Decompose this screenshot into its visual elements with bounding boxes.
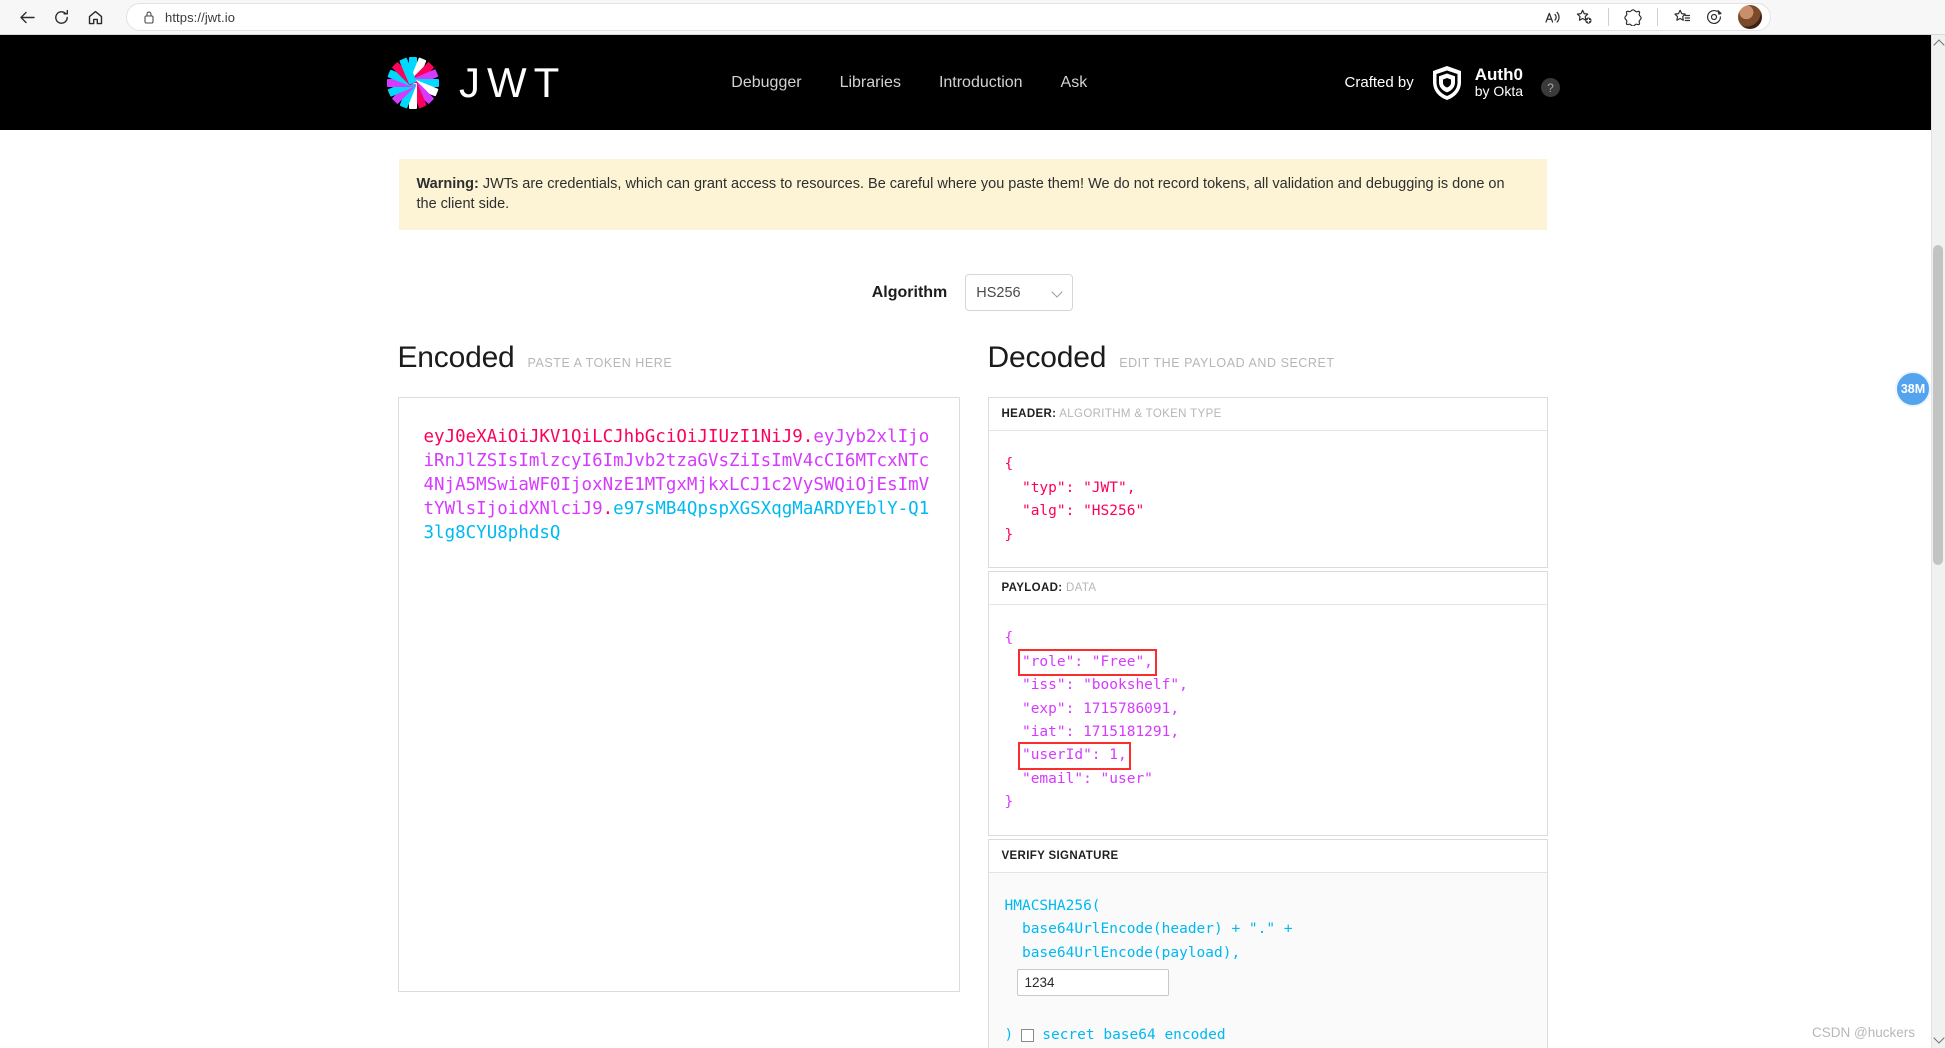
encoded-token-input[interactable]: eyJ0eXAiOiJKV1QiLCJhbGciOiJIUzI1NiJ9.eyJ…	[397, 397, 960, 993]
warning-label: Warning:	[416, 176, 479, 192]
payload-open-brace: {	[1004, 630, 1014, 647]
brand[interactable]: JWT	[385, 55, 566, 111]
base64-checkbox[interactable]	[1021, 1029, 1035, 1043]
header-line-1: "typ": "JWT",	[1004, 479, 1136, 496]
auth0-name: Auth0	[1474, 65, 1523, 85]
algorithm-select[interactable]: HS256	[965, 274, 1074, 312]
refresh-button[interactable]	[44, 2, 78, 32]
site-header: JWT Debugger Libraries Introduction Ask …	[0, 35, 1945, 130]
debugger-columns: Encoded PASTE A TOKEN HERE eyJ0eXAiOiJKV…	[0, 341, 1945, 1048]
brand-text: JWT	[459, 58, 567, 106]
algorithm-label: Algorithm	[871, 283, 948, 301]
token-dot-2: .	[602, 499, 614, 520]
toolbar-divider	[1608, 8, 1609, 26]
signature-panel-title: VERIFY SIGNATURE	[988, 840, 1547, 873]
browser-toolbar: https://jwt.io	[0, 0, 1945, 35]
encoded-subtitle: PASTE A TOKEN HERE	[527, 356, 673, 371]
decoded-heading: Decoded EDIT THE PAYLOAD AND SECRET	[988, 341, 1548, 375]
signature-close-paren: )	[1004, 1026, 1014, 1043]
signature-line-2: base64UrlEncode(header) + "." +	[1004, 921, 1293, 938]
header-panel-body[interactable]: { "typ": "JWT", "alg": "HS256" }	[989, 431, 1547, 567]
payload-entry-exp: "exp": 1715786091,	[1021, 700, 1180, 717]
lock-icon	[143, 10, 155, 24]
toolbar-divider-2	[1657, 8, 1658, 26]
payload-entry-role: "role": "Free",	[1017, 648, 1157, 677]
signature-panel-body: HMACSHA256( base64UrlEncode(header) + ".…	[988, 872, 1547, 1048]
header-line-2: "alg": "HS256"	[1004, 503, 1145, 520]
chevron-down-icon	[1051, 286, 1063, 298]
nav-item-libraries[interactable]: Libraries	[840, 74, 901, 92]
address-bar[interactable]: https://jwt.io	[126, 3, 1771, 31]
secret-input[interactable]	[1016, 969, 1169, 997]
favorites-icon[interactable]	[1668, 4, 1696, 30]
auth0-wordmark: Auth0 by Okta	[1475, 65, 1523, 100]
algorithm-value: HS256	[976, 284, 1021, 301]
nav-item-introduction[interactable]: Introduction	[939, 74, 1023, 92]
crafted-by-label: Crafted by	[1344, 74, 1414, 91]
header-panel-sublabel: ALGORITHM & TOKEN TYPE	[1059, 408, 1222, 421]
add-to-favorites-icon[interactable]	[1570, 4, 1598, 30]
home-button[interactable]	[78, 2, 112, 32]
back-button[interactable]	[10, 2, 44, 32]
decoded-subtitle: EDIT THE PAYLOAD AND SECRET	[1119, 356, 1335, 371]
payload-panel-label: PAYLOAD:	[1001, 582, 1063, 595]
scroll-down-arrow-icon[interactable]	[1933, 1032, 1945, 1044]
payload-entry-email: "email": "user"	[1021, 770, 1153, 787]
nav-item-ask[interactable]: Ask	[1061, 74, 1088, 92]
read-aloud-icon[interactable]	[1538, 4, 1566, 30]
payload-panel: PAYLOAD: DATA { "role": "Free", "iss": "…	[987, 571, 1548, 836]
header-panel-title: HEADER: ALGORITHM & TOKEN TYPE	[988, 398, 1547, 432]
site-nav: Debugger Libraries Introduction Ask	[731, 74, 1087, 92]
page-content: JWT Debugger Libraries Introduction Ask …	[0, 35, 1945, 1048]
profile-avatar[interactable]	[1738, 5, 1762, 29]
crafted-by-auth0: Crafted by Auth0 by Okta ?	[1345, 64, 1560, 102]
payload-entry-iss: "iss": "bookshelf",	[1021, 677, 1188, 694]
warning-banner: Warning: JWTs are credentials, which can…	[398, 159, 1547, 231]
header-panel: HEADER: ALGORITHM & TOKEN TYPE { "typ": …	[987, 397, 1548, 569]
payload-panel-sublabel: DATA	[1066, 582, 1097, 595]
payload-entry-userid: "userId": 1,	[1017, 742, 1131, 771]
watermark: CSDN @huckers	[1812, 1025, 1915, 1040]
floating-subscriber-badge[interactable]: 38M	[1895, 371, 1931, 407]
browser-essentials-icon[interactable]	[1619, 4, 1647, 30]
decoded-title: Decoded	[987, 341, 1107, 375]
token-dot-1: .	[802, 427, 814, 448]
nav-item-debugger[interactable]: Debugger	[731, 74, 801, 92]
collections-icon[interactable]	[1700, 4, 1728, 30]
encoded-token-text: eyJ0eXAiOiJKV1QiLCJhbGciOiJIUzI1NiJ9.eyJ…	[424, 426, 934, 546]
decoded-column: Decoded EDIT THE PAYLOAD AND SECRET HEAD…	[987, 341, 1548, 1048]
header-line-0: {	[1004, 456, 1014, 473]
page-scrollbar[interactable]	[1931, 35, 1945, 1048]
warning-text: JWTs are credentials, which can grant ac…	[416, 176, 1505, 212]
warning-banner-wrap: Warning: JWTs are credentials, which can…	[0, 130, 1945, 231]
header-panel-label: HEADER:	[1001, 408, 1057, 421]
base64-row: ) secret base64 encoded	[1005, 1024, 1531, 1047]
signature-line-3: base64UrlEncode(payload),	[1004, 944, 1241, 961]
payload-panel-title: PAYLOAD: DATA	[988, 572, 1547, 606]
payload-panel-body[interactable]: { "role": "Free", "iss": "bookshelf", "e…	[989, 605, 1547, 835]
header-line-3: }	[1004, 526, 1014, 543]
payload-close-brace: }	[1004, 794, 1014, 811]
auth0-shield-logo-icon	[1428, 64, 1466, 102]
token-header-part: eyJ0eXAiOiJKV1QiLCJhbGciOiJIUzI1NiJ9	[423, 427, 803, 448]
jwt-starburst-logo-icon	[385, 55, 441, 111]
encoded-title: Encoded	[397, 341, 515, 375]
signature-panel-label: VERIFY SIGNATURE	[1001, 849, 1119, 862]
signature-line-1: HMACSHA256(	[1004, 897, 1101, 914]
base64-label: secret base64 encoded	[1042, 1026, 1226, 1043]
payload-entry-iat: "iat": 1715181291,	[1021, 724, 1180, 740]
algorithm-row: Algorithm HS256	[0, 274, 1945, 312]
encoded-heading: Encoded PASTE A TOKEN HERE	[398, 341, 960, 375]
scrollbar-thumb[interactable]	[1933, 245, 1943, 565]
auth0-sub: by Okta	[1474, 83, 1523, 100]
encoded-column: Encoded PASTE A TOKEN HERE eyJ0eXAiOiJKV…	[397, 341, 960, 1048]
url-text: https://jwt.io	[165, 9, 236, 25]
scroll-up-arrow-icon[interactable]	[1933, 39, 1945, 51]
help-icon[interactable]: ?	[1541, 78, 1560, 97]
signature-panel: VERIFY SIGNATURE HMACSHA256( base64UrlEn…	[987, 838, 1548, 1048]
